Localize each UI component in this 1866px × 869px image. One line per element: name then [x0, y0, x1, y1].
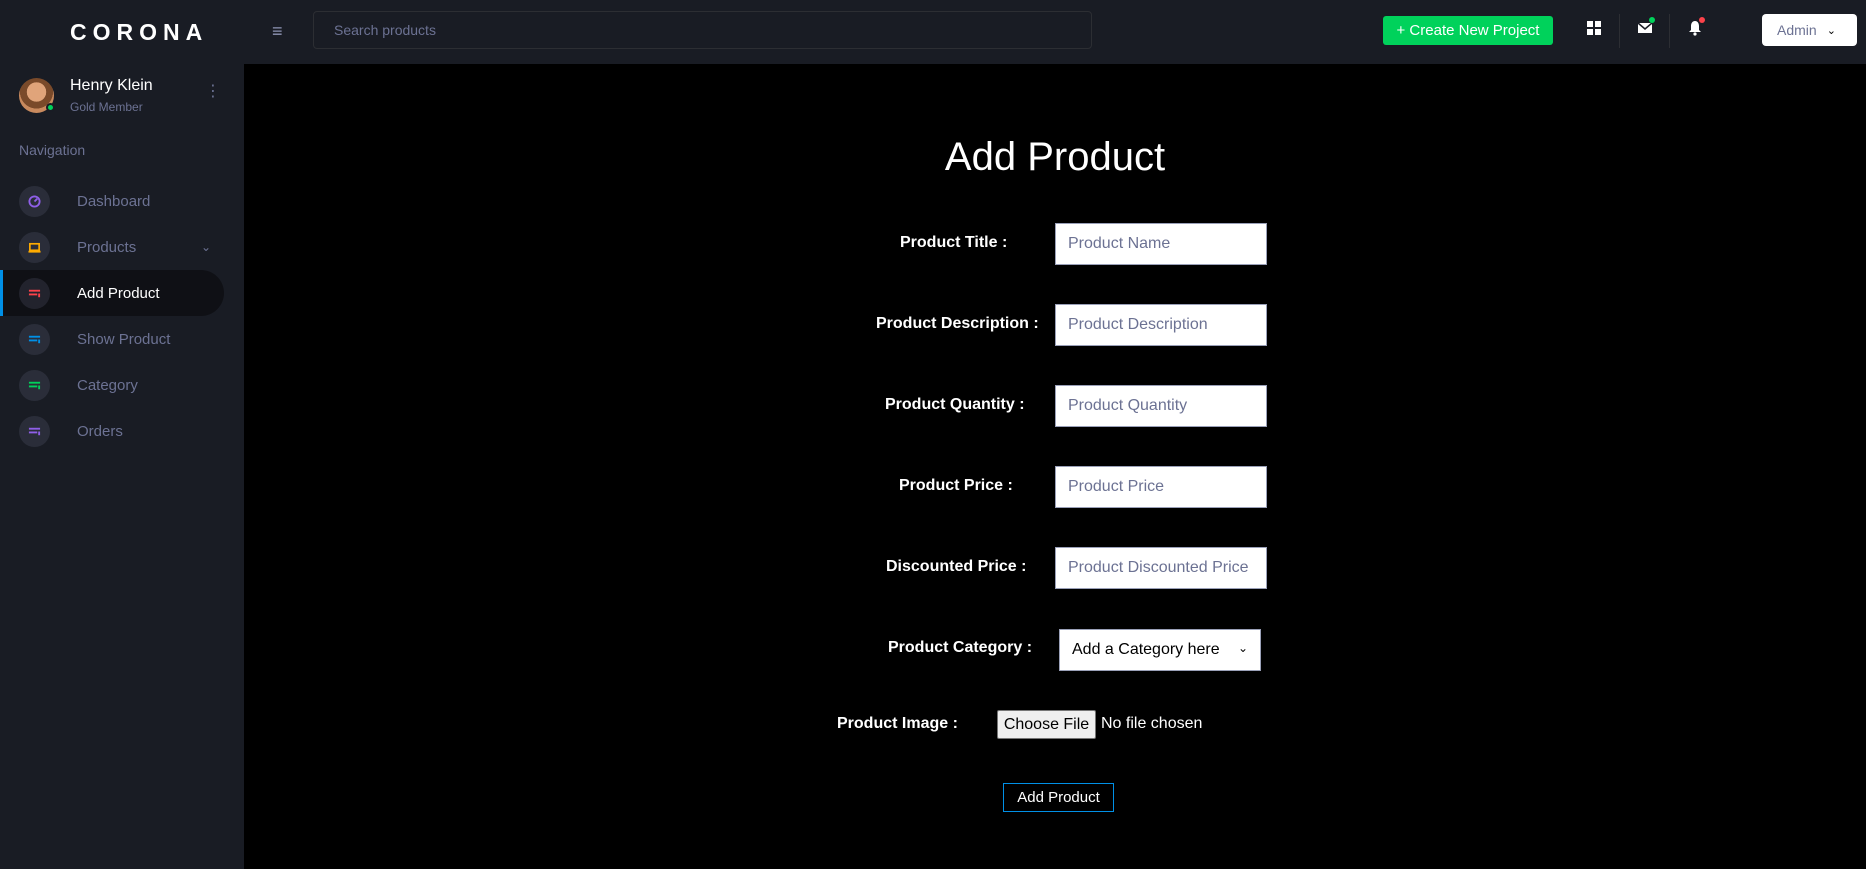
product-description-label: Product Description : — [876, 315, 1039, 332]
choose-file-button[interactable]: Choose File — [997, 710, 1096, 739]
sidebar-item-add-product[interactable]: Add Product — [0, 270, 224, 316]
sidebar-item-category[interactable]: Category — [0, 362, 224, 408]
discounted-price-input[interactable] — [1055, 547, 1267, 589]
bell-icon[interactable] — [1685, 17, 1705, 38]
product-title-input[interactable] — [1055, 223, 1267, 265]
sidebar: CORONA Henry Klein Gold Member ⋮ Navigat… — [0, 0, 244, 869]
top-navbar: ≡ + Create New Project Admin ⌄ — [244, 0, 1866, 64]
app-root: CORONA Henry Klein Gold Member ⋮ Navigat… — [0, 0, 1866, 869]
chevron-down-icon[interactable]: ⌄ — [201, 240, 211, 254]
mail-icon[interactable] — [1635, 17, 1655, 38]
profile-text: Henry Klein Gold Member — [70, 77, 153, 114]
menu-toggle-icon[interactable]: ≡ — [272, 22, 283, 40]
main-content: Add Product Product Title : Product Desc… — [244, 64, 1866, 869]
category-select-value: Add a Category here — [1072, 641, 1220, 658]
sidebar-item-label: Dashboard — [77, 192, 151, 210]
product-quantity-label: Product Quantity : — [885, 396, 1025, 413]
sidebar-item-label: Show Product — [77, 330, 171, 348]
grid-icon[interactable] — [1584, 18, 1604, 38]
create-new-project-button[interactable]: + Create New Project — [1383, 16, 1553, 45]
list-icon — [19, 415, 50, 447]
sidebar-item-label: Products — [77, 238, 137, 256]
sidebar-nav: Dashboard Products ⌄ Add Product Show Pr… — [0, 178, 224, 454]
user-profile: Henry Klein Gold Member ⋮ — [19, 74, 225, 116]
profile-role: Gold Member — [70, 99, 143, 114]
notification-badge — [1699, 17, 1705, 23]
list-icon — [19, 277, 50, 309]
sidebar-item-products[interactable]: Products ⌄ — [0, 224, 224, 270]
online-status-dot — [46, 102, 55, 112]
product-image-label: Product Image : — [837, 715, 958, 732]
page-title: Add Product — [944, 135, 1166, 179]
more-options-icon[interactable]: ⋮ — [205, 84, 221, 100]
brand-logo[interactable]: CORONA — [0, 0, 244, 64]
product-category-label: Product Category : — [888, 639, 1033, 656]
profile-name: Henry Klein — [70, 76, 153, 94]
search-input[interactable] — [313, 11, 1092, 49]
sidebar-item-dashboard[interactable]: Dashboard — [0, 178, 224, 224]
speedometer-icon — [19, 185, 50, 217]
discounted-price-label: Discounted Price : — [886, 558, 1027, 575]
admin-dropdown[interactable]: Admin ⌄ — [1762, 14, 1857, 46]
avatar[interactable] — [19, 77, 55, 113]
sidebar-item-label: Orders — [77, 422, 123, 440]
product-title-label: Product Title : — [900, 234, 1008, 251]
category-select[interactable]: Add a Category here ⌄ — [1059, 629, 1261, 671]
toolbar-divider — [1619, 14, 1620, 48]
product-price-label: Product Price : — [899, 477, 1013, 494]
laptop-icon — [19, 231, 50, 263]
file-status: No file chosen — [1101, 715, 1203, 732]
admin-label: Admin — [1777, 22, 1817, 38]
chevron-down-icon: ⌄ — [1237, 641, 1248, 655]
chevron-down-icon: ⌄ — [1826, 24, 1836, 37]
product-quantity-input[interactable] — [1055, 385, 1267, 427]
sidebar-item-show-product[interactable]: Show Product — [0, 316, 224, 362]
nav-heading: Navigation — [19, 142, 86, 158]
sidebar-item-label: Category — [77, 376, 138, 394]
list-icon — [19, 323, 50, 355]
toolbar-divider — [1669, 14, 1670, 48]
sidebar-item-orders[interactable]: Orders — [0, 408, 224, 454]
product-description-input[interactable] — [1055, 304, 1267, 346]
product-price-input[interactable] — [1055, 466, 1267, 508]
list-icon — [19, 369, 50, 401]
sidebar-item-label: Add Product — [77, 284, 160, 302]
add-product-submit-button[interactable]: Add Product — [1003, 783, 1114, 812]
mail-badge — [1649, 17, 1655, 23]
